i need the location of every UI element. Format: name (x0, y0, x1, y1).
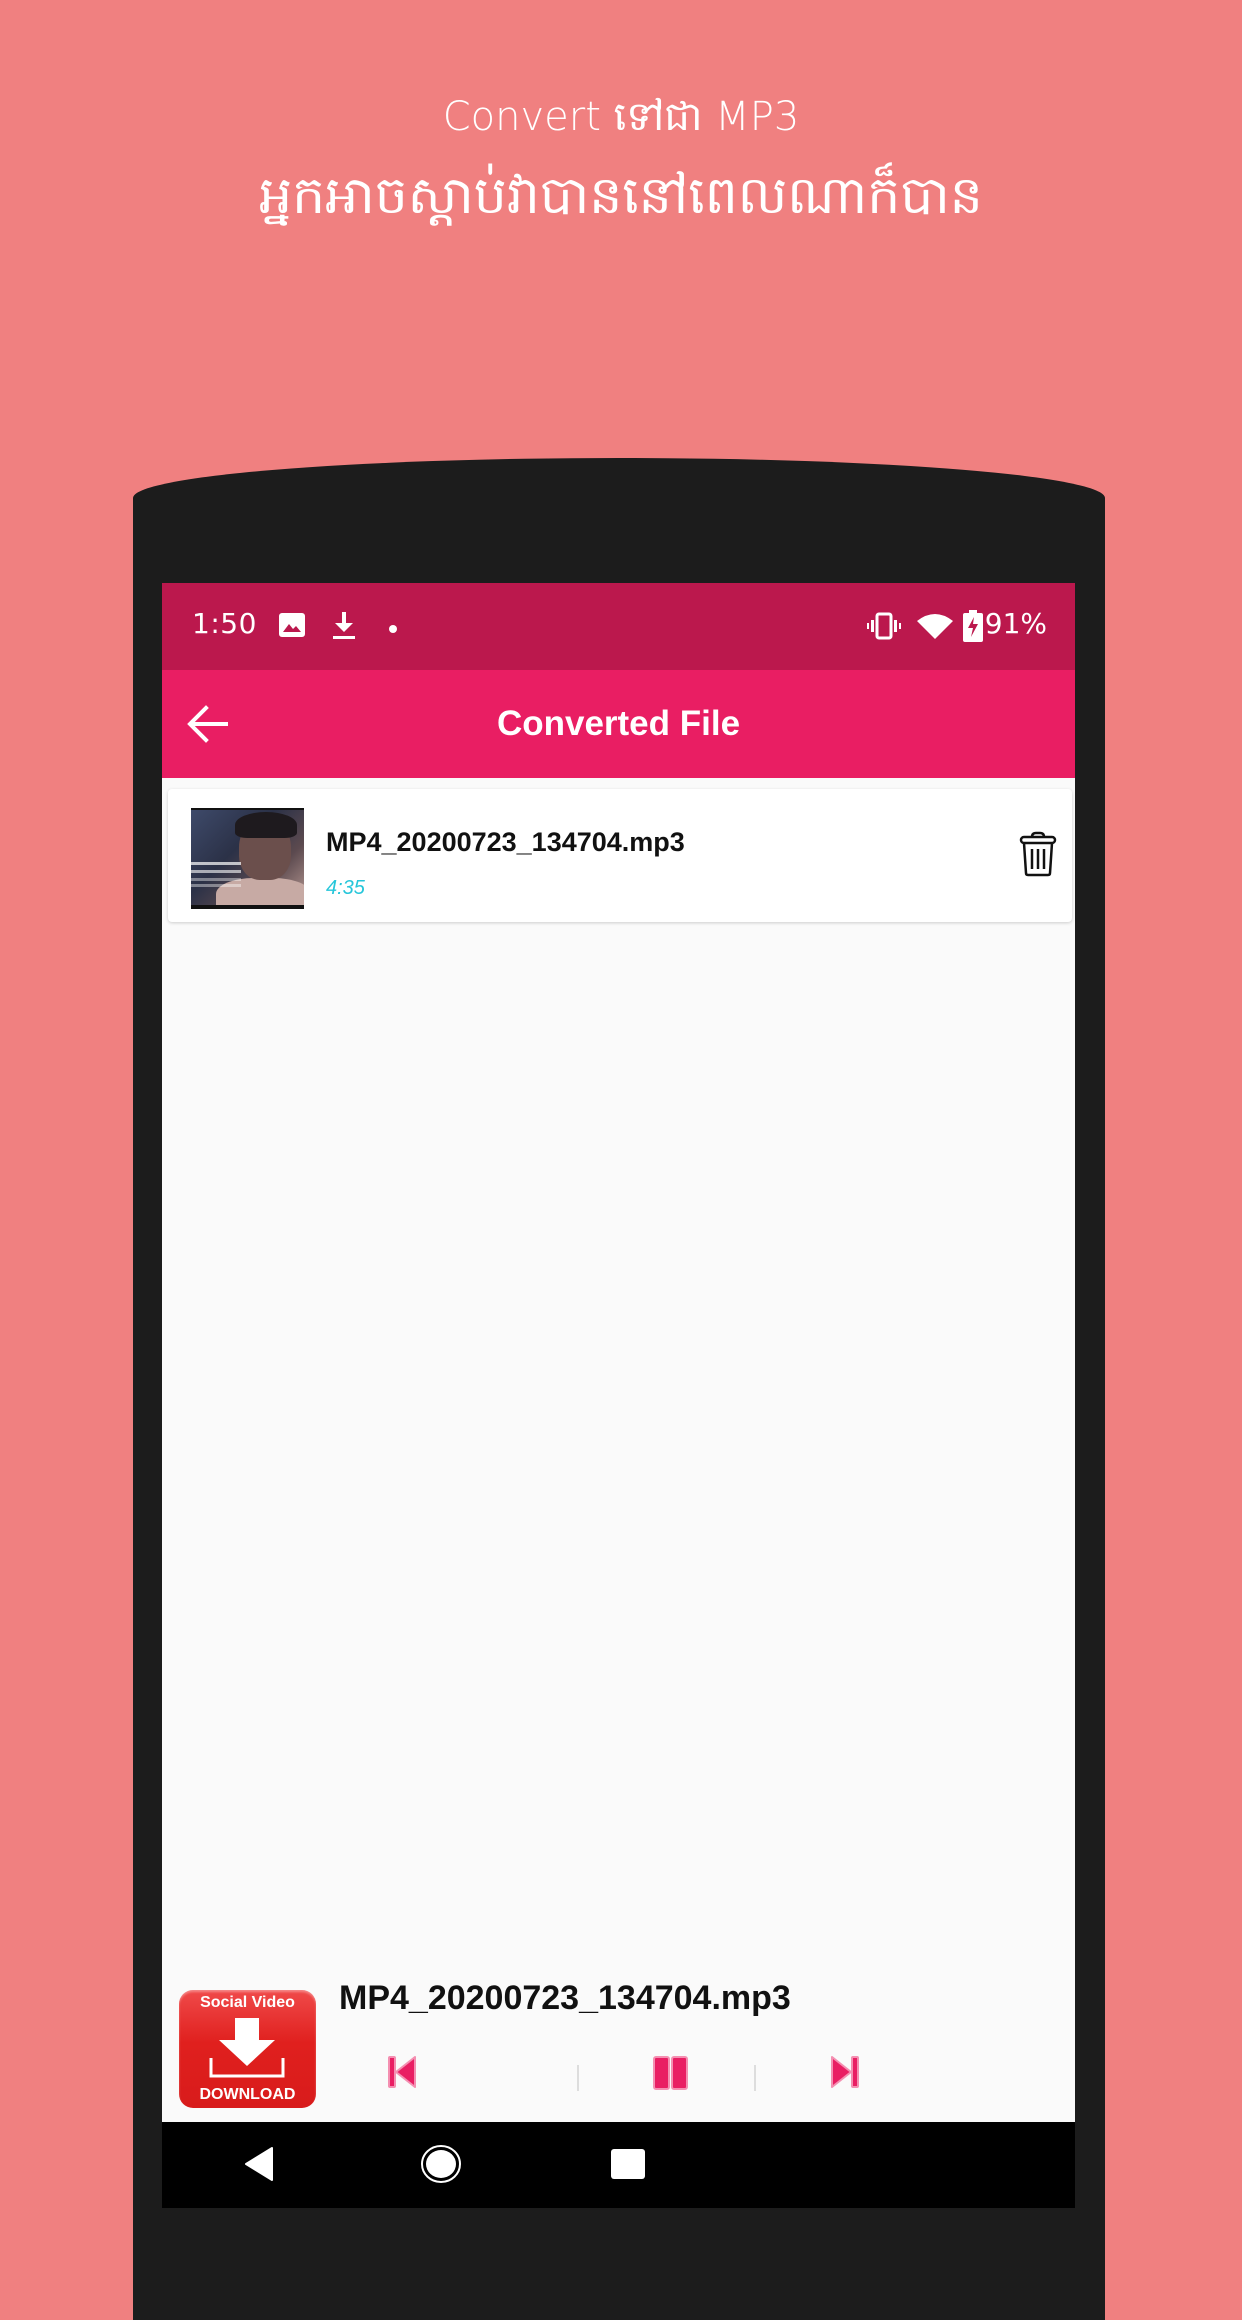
wifi-icon (917, 613, 953, 644)
nav-recents-button[interactable] (610, 2148, 646, 2185)
image-icon (278, 612, 306, 643)
now-playing-title: MP4_20200723_134704.mp3 (339, 1979, 791, 2017)
dot-icon (388, 621, 398, 639)
mini-player: Social Video DOWNLOAD MP4_20200723_13470… (162, 1963, 1075, 2122)
control-divider (754, 2065, 756, 2091)
file-duration: 4:35 (326, 877, 365, 899)
control-divider (577, 2065, 579, 2091)
download-arrow-icon (209, 2018, 285, 2078)
recents-square-icon (611, 2149, 645, 2179)
nav-back-button[interactable] (242, 2146, 276, 2187)
list-item[interactable]: MP4_20200723_134704.mp3 4:35 (168, 789, 1072, 922)
status-time: 1:50 (192, 607, 257, 640)
logo-top-text: Social Video (200, 1994, 295, 2011)
home-circle-icon (421, 2145, 461, 2183)
status-bar: 1:50 91% (162, 583, 1075, 670)
promo-subheadline: អ្នកអាចស្តាប់វាបាននៅពេលណាក៏បាន (259, 166, 983, 226)
skip-previous-icon (388, 2056, 416, 2088)
promo-headline: Convert ទៅជា MP3 (442, 94, 800, 140)
vibrate-icon (867, 612, 901, 645)
nav-home-button[interactable] (420, 2144, 462, 2189)
delete-button[interactable] (1018, 831, 1058, 877)
system-nav-bar (162, 2122, 1075, 2208)
skip-next-button[interactable] (828, 2055, 860, 2094)
battery-charging-icon (963, 610, 983, 647)
skip-previous-button[interactable] (387, 2055, 419, 2094)
battery-percentage: 91% (984, 607, 1047, 640)
pause-button[interactable] (652, 2055, 690, 2096)
video-thumbnail (191, 808, 304, 909)
file-name: MP4_20200723_134704.mp3 (326, 827, 685, 857)
logo-bottom-text: DOWNLOAD (199, 2086, 296, 2103)
app-logo: Social Video DOWNLOAD (179, 1990, 316, 2108)
skip-next-icon (831, 2056, 859, 2088)
page-title: Converted File (496, 704, 741, 743)
trash-icon (1019, 831, 1057, 877)
phone-screen: 1:50 91% Converted File MP4_20200723_134… (162, 583, 1075, 2208)
back-triangle-icon (245, 2147, 273, 2181)
download-icon (332, 611, 356, 646)
pause-icon (653, 2056, 688, 2090)
app-toolbar: Converted File (162, 670, 1075, 778)
